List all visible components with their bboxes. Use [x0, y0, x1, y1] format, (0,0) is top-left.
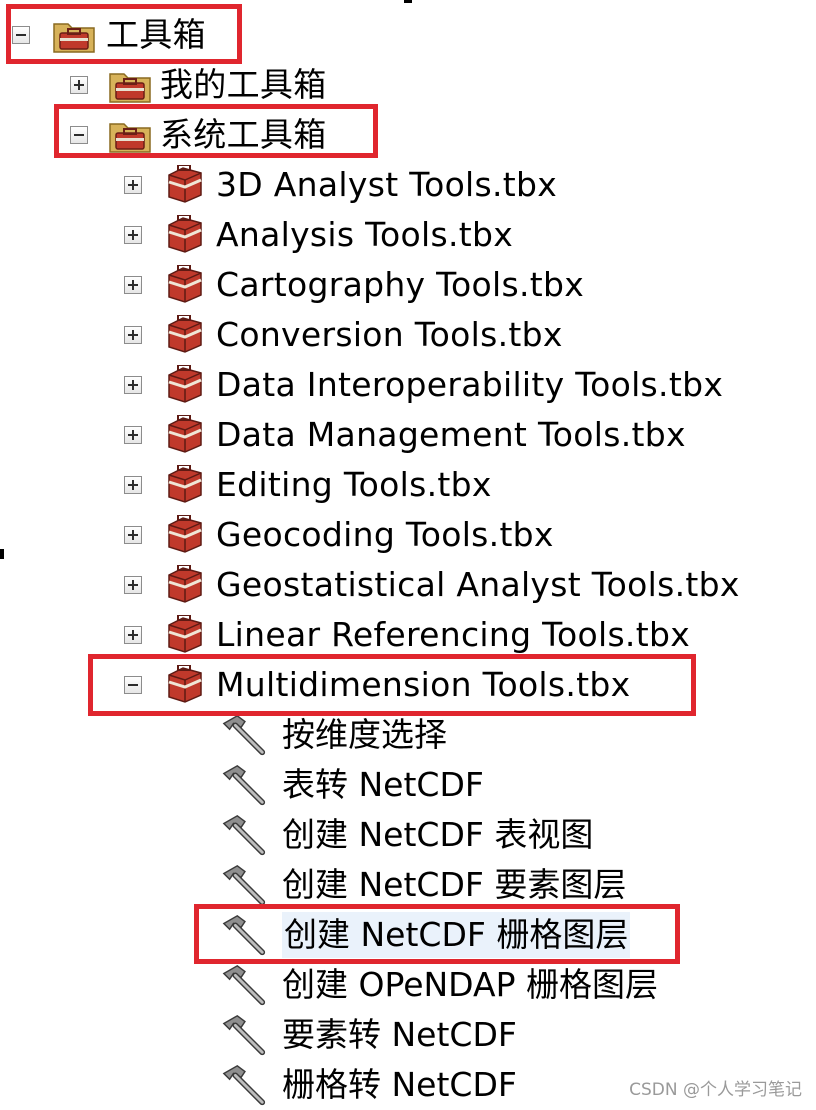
toolbox-icon: [160, 365, 208, 405]
expand-icon[interactable]: [70, 76, 88, 94]
toolbox-item-label: Geocoding Tools.tbx: [216, 515, 554, 554]
hammer-icon: [220, 964, 268, 1006]
toolbox-item[interactable]: Data Interoperability Tools.tbx: [124, 362, 723, 408]
toolbox-icon: [160, 465, 208, 505]
tree-node-root-label: 工具箱: [106, 15, 206, 54]
toolbox-item-label: Geostatistical Analyst Tools.tbx: [216, 565, 740, 604]
tool-item[interactable]: 按维度选择: [220, 712, 447, 758]
watermark: CSDN @个人学习笔记: [629, 1080, 802, 1100]
tool-item[interactable]: 要素转 NetCDF: [220, 1012, 517, 1058]
folder-toolbox-icon: [106, 65, 154, 105]
toolbox-icon: [160, 165, 208, 205]
tree-node-system-toolboxes-label: 系统工具箱: [160, 115, 327, 154]
toolbox-icon: [160, 315, 208, 355]
toolbox-icon: [160, 615, 208, 655]
hammer-icon: [220, 814, 268, 856]
tool-item-label: 创建 NetCDF 表视图: [282, 815, 594, 854]
toolbox-icon: [160, 215, 208, 255]
collapse-icon[interactable]: [12, 26, 30, 44]
expand-icon[interactable]: [124, 526, 142, 544]
toolbox-item-label: Editing Tools.tbx: [216, 465, 492, 504]
toolbox-icon: [160, 415, 208, 455]
expand-icon[interactable]: [124, 476, 142, 494]
toolbox-item-label: Data Interoperability Tools.tbx: [216, 365, 724, 404]
tool-item[interactable]: 创建 NetCDF 要素图层: [220, 862, 626, 908]
collapse-icon[interactable]: [70, 126, 88, 144]
hammer-icon: [220, 764, 268, 806]
tool-item[interactable]: 栅格转 NetCDF: [220, 1062, 517, 1108]
folder-toolbox-icon: [106, 115, 154, 155]
toolbox-item[interactable]: Linear Referencing Tools.tbx: [124, 612, 690, 658]
toolbox-item[interactable]: Geocoding Tools.tbx: [124, 512, 554, 558]
tool-item-selected[interactable]: 创建 NetCDF 栅格图层: [220, 912, 631, 958]
toolbox-item-label: Cartography Tools.tbx: [216, 265, 585, 304]
hammer-icon: [220, 714, 268, 756]
edge-tick-top: [404, 0, 412, 3]
tool-item-label: 创建 NetCDF 要素图层: [282, 865, 627, 904]
toolbox-item-label: Analysis Tools.tbx: [216, 215, 514, 254]
toolbox-item[interactable]: Data Management Tools.tbx: [124, 412, 686, 458]
tree-node-system-toolboxes[interactable]: 系统工具箱: [70, 112, 327, 158]
tree-node-my-toolboxes[interactable]: 我的工具箱: [70, 62, 327, 108]
toolbox-icon: [160, 565, 208, 605]
tool-item-label: 创建 OPeNDAP 栅格图层: [282, 965, 658, 1004]
toolbox-item-label: Linear Referencing Tools.tbx: [216, 615, 691, 654]
toolbox-item-label: Data Management Tools.tbx: [216, 415, 686, 454]
toolbox-item[interactable]: Analysis Tools.tbx: [124, 212, 513, 258]
expand-icon[interactable]: [124, 176, 142, 194]
toolbox-icon: [160, 515, 208, 555]
expand-icon[interactable]: [124, 326, 142, 344]
collapse-icon[interactable]: [124, 676, 142, 694]
hammer-icon: [220, 914, 268, 956]
expand-icon[interactable]: [124, 576, 142, 594]
tool-item[interactable]: 创建 NetCDF 表视图: [220, 812, 593, 858]
tool-item[interactable]: 创建 OPeNDAP 栅格图层: [220, 962, 658, 1008]
expand-icon[interactable]: [124, 426, 142, 444]
toolbox-item[interactable]: Editing Tools.tbx: [124, 462, 492, 508]
toolbox-item-label: Multidimension Tools.tbx: [216, 665, 631, 704]
folder-toolbox-icon: [50, 15, 98, 55]
toolbox-item-label: Conversion Tools.tbx: [216, 315, 563, 354]
tool-item-label: 栅格转 NetCDF: [282, 1065, 517, 1104]
expand-icon[interactable]: [124, 276, 142, 294]
toolbox-item[interactable]: Geostatistical Analyst Tools.tbx: [124, 562, 740, 608]
tool-item-label: 创建 NetCDF 栅格图层: [282, 912, 631, 958]
tool-item-label: 按维度选择: [282, 715, 447, 754]
toolbox-item-multidimension[interactable]: Multidimension Tools.tbx: [124, 662, 631, 708]
expand-icon[interactable]: [124, 376, 142, 394]
tree-node-root[interactable]: 工具箱: [12, 12, 206, 58]
hammer-icon: [220, 1064, 268, 1106]
tool-item[interactable]: 表转 NetCDF: [220, 762, 484, 808]
toolbox-item-label: 3D Analyst Tools.tbx: [216, 165, 558, 204]
expand-icon[interactable]: [124, 626, 142, 644]
hammer-icon: [220, 864, 268, 906]
toolbox-icon: [160, 265, 208, 305]
toolbox-item[interactable]: Cartography Tools.tbx: [124, 262, 584, 308]
toolbox-icon: [160, 665, 208, 705]
expand-icon[interactable]: [124, 226, 142, 244]
toolbox-item[interactable]: 3D Analyst Tools.tbx: [124, 162, 557, 208]
tool-item-label: 要素转 NetCDF: [282, 1015, 517, 1054]
tree-node-my-toolboxes-label: 我的工具箱: [160, 65, 327, 104]
tool-item-label: 表转 NetCDF: [282, 765, 484, 804]
hammer-icon: [220, 1014, 268, 1056]
toolbox-item[interactable]: Conversion Tools.tbx: [124, 312, 563, 358]
edge-tick-left: [0, 549, 4, 559]
